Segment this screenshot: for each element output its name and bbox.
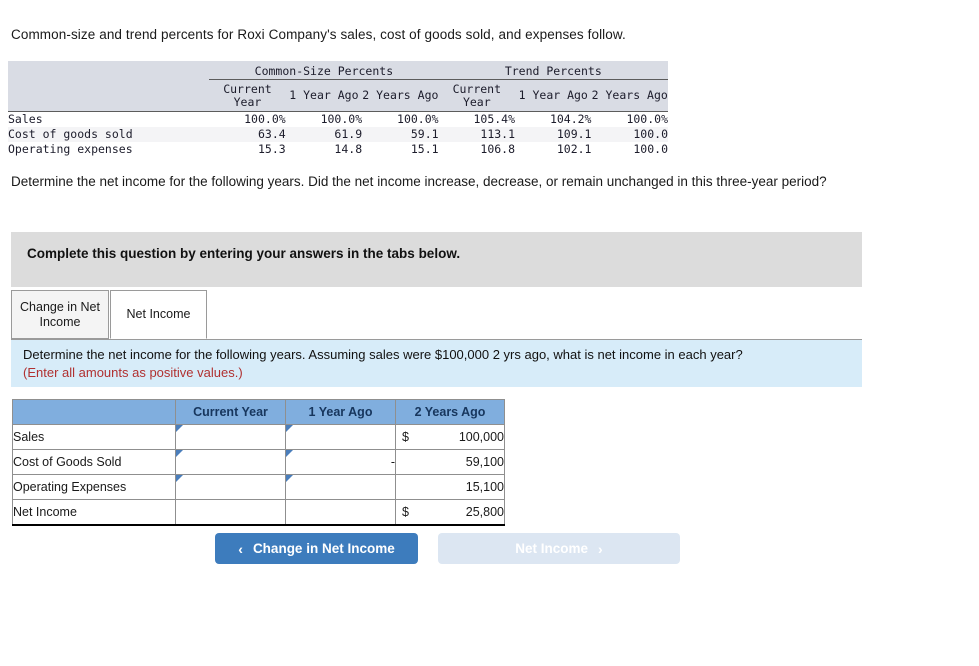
- value-sales-2-years-ago: $ 100,000: [395, 424, 505, 450]
- input-sales-1-year-ago[interactable]: [285, 424, 396, 450]
- table-row: Sales 100.0% 100.0% 100.0% 105.4% 104.2%…: [8, 112, 668, 127]
- percents-cell: 59.1: [410, 127, 439, 141]
- amount: 100,000: [458, 430, 504, 444]
- currency-symbol: $: [402, 504, 409, 519]
- input-value: -: [390, 455, 395, 469]
- percents-row-label-operating-expenses: Operating expenses: [8, 142, 133, 156]
- question-text: Determine the net income for the followi…: [11, 174, 827, 189]
- tab-label: Net Income: [126, 307, 191, 321]
- percents-cell: 63.4: [257, 127, 286, 141]
- group-header-common-size: Common-Size Percents: [209, 61, 439, 80]
- table-row: Sales $ 100,000: [12, 424, 505, 450]
- table-row: Net Income $ 25,800: [12, 499, 505, 526]
- amount: 59,100: [465, 455, 504, 469]
- percents-cell: 14.8: [334, 142, 363, 156]
- complete-question-label: Complete this question by entering your …: [27, 246, 461, 261]
- input-sales-current-year[interactable]: [175, 424, 286, 450]
- next-tab-label: Net Income: [515, 541, 589, 556]
- answer-header-row: Current Year 1 Year Ago 2 Years Ago: [12, 399, 505, 425]
- value-net-income-1-year-ago: [285, 499, 396, 526]
- percents-corner-cell: [8, 61, 210, 80]
- percents-col-cs-current-year: Current Year: [209, 79, 286, 112]
- cell-marker-icon: [176, 450, 183, 457]
- cell-marker-icon: [286, 450, 293, 457]
- value-cogs-2-years-ago: 59,100: [395, 449, 505, 475]
- percents-cell: 100.0%: [244, 112, 286, 127]
- intro-text: Common-size and trend percents for Roxi …: [11, 27, 626, 42]
- input-cogs-1-year-ago[interactable]: -: [285, 449, 396, 475]
- table-row: Cost of Goods Sold - 59,100: [12, 449, 505, 475]
- input-cogs-current-year[interactable]: [175, 449, 286, 475]
- instruction-panel: Determine the net income for the followi…: [11, 340, 862, 387]
- answer-corner-cell: [12, 399, 176, 425]
- table-row: Cost of goods sold 63.4 61.9 59.1 113.1 …: [8, 126, 668, 142]
- percents-cell: 105.4%: [473, 112, 516, 127]
- percents-cell: 61.9: [334, 127, 363, 141]
- complete-question-bar: Complete this question by entering your …: [11, 232, 862, 287]
- previous-tab-button[interactable]: ‹ Change in Net Income: [215, 533, 418, 564]
- answer-col-2-years-ago: 2 Years Ago: [395, 399, 505, 425]
- percents-col-cs-2-years-ago: 2 Years Ago: [362, 79, 439, 112]
- cell-marker-icon: [286, 475, 293, 482]
- percents-cell: 104.2%: [549, 112, 592, 127]
- previous-tab-label: Change in Net Income: [252, 541, 395, 556]
- percents-col-trend-current-year: Current Year: [438, 79, 516, 112]
- currency-symbol: $: [402, 430, 409, 444]
- percents-cell: 100.0: [633, 142, 668, 156]
- percents-cell: 100.0%: [397, 112, 439, 127]
- cell-marker-icon: [176, 475, 183, 482]
- amount: 15,100: [465, 480, 504, 494]
- cell-marker-icon: [176, 425, 183, 432]
- percents-cell: 15.1: [410, 142, 439, 156]
- percents-cell: 100.0%: [320, 112, 363, 127]
- percents-label-column-header: [8, 79, 210, 112]
- input-operating-expenses-current-year[interactable]: [175, 474, 286, 500]
- answer-row-label-cogs: Cost of Goods Sold: [12, 449, 176, 475]
- cell-marker-icon: [286, 425, 293, 432]
- percents-cell: 15.3: [257, 142, 286, 156]
- percents-column-header-row: Current Year 1 Year Ago 2 Years Ago Curr…: [8, 79, 668, 112]
- tab-strip: Change in Net Income Net Income: [11, 290, 862, 340]
- percents-cell: 102.1: [556, 142, 592, 156]
- percents-cell: 109.1: [556, 127, 592, 141]
- chevron-right-icon: ›: [598, 540, 603, 557]
- percents-cell: 100.0%: [626, 112, 668, 127]
- next-tab-button[interactable]: Net Income ›: [438, 533, 680, 564]
- table-row: Operating Expenses 15,100: [12, 474, 505, 500]
- answer-row-label-sales: Sales: [12, 424, 176, 450]
- value-net-income-2-years-ago: $ 25,800: [395, 499, 505, 526]
- tab-change-in-net-income[interactable]: Change in Net Income: [11, 290, 109, 339]
- amount: 25,800: [465, 504, 504, 519]
- percents-table: Common-Size Percents Trend Percents Curr…: [8, 61, 668, 157]
- tab-label: Change in Net Income: [20, 299, 100, 329]
- percents-row-label-cogs: Cost of goods sold: [8, 127, 133, 141]
- instruction-primary-text: Determine the net income for the followi…: [23, 347, 743, 362]
- tab-net-income[interactable]: Net Income: [110, 290, 207, 339]
- table-row: Operating expenses 15.3 14.8 15.1 106.8 …: [8, 142, 668, 157]
- input-operating-expenses-1-year-ago[interactable]: [285, 474, 396, 500]
- value-operating-expenses-2-years-ago: 15,100: [395, 474, 505, 500]
- answer-row-label-operating-expenses: Operating Expenses: [12, 474, 176, 500]
- percents-col-cs-1-year-ago: 1 Year Ago: [285, 79, 363, 112]
- group-header-trend: Trend Percents: [438, 61, 668, 80]
- percents-col-trend-2-years-ago: 2 Years Ago: [591, 79, 668, 112]
- percents-col-trend-1-year-ago: 1 Year Ago: [515, 79, 592, 112]
- answer-table: Current Year 1 Year Ago 2 Years Ago Sale…: [12, 399, 505, 526]
- answer-col-1-year-ago: 1 Year Ago: [285, 399, 396, 425]
- percents-cell: 106.8: [480, 142, 516, 156]
- instruction-note-text: (Enter all amounts as positive values.): [23, 365, 243, 380]
- answer-col-current-year: Current Year: [175, 399, 286, 425]
- percents-group-header-row: Common-Size Percents Trend Percents: [8, 61, 668, 80]
- percents-cell: 100.0: [633, 127, 668, 141]
- answer-row-label-net-income: Net Income: [12, 499, 176, 526]
- chevron-left-icon: ‹: [238, 540, 243, 557]
- percents-cell: 113.1: [480, 127, 516, 141]
- value-net-income-current-year: [175, 499, 286, 526]
- percents-row-label-sales: Sales: [8, 112, 43, 127]
